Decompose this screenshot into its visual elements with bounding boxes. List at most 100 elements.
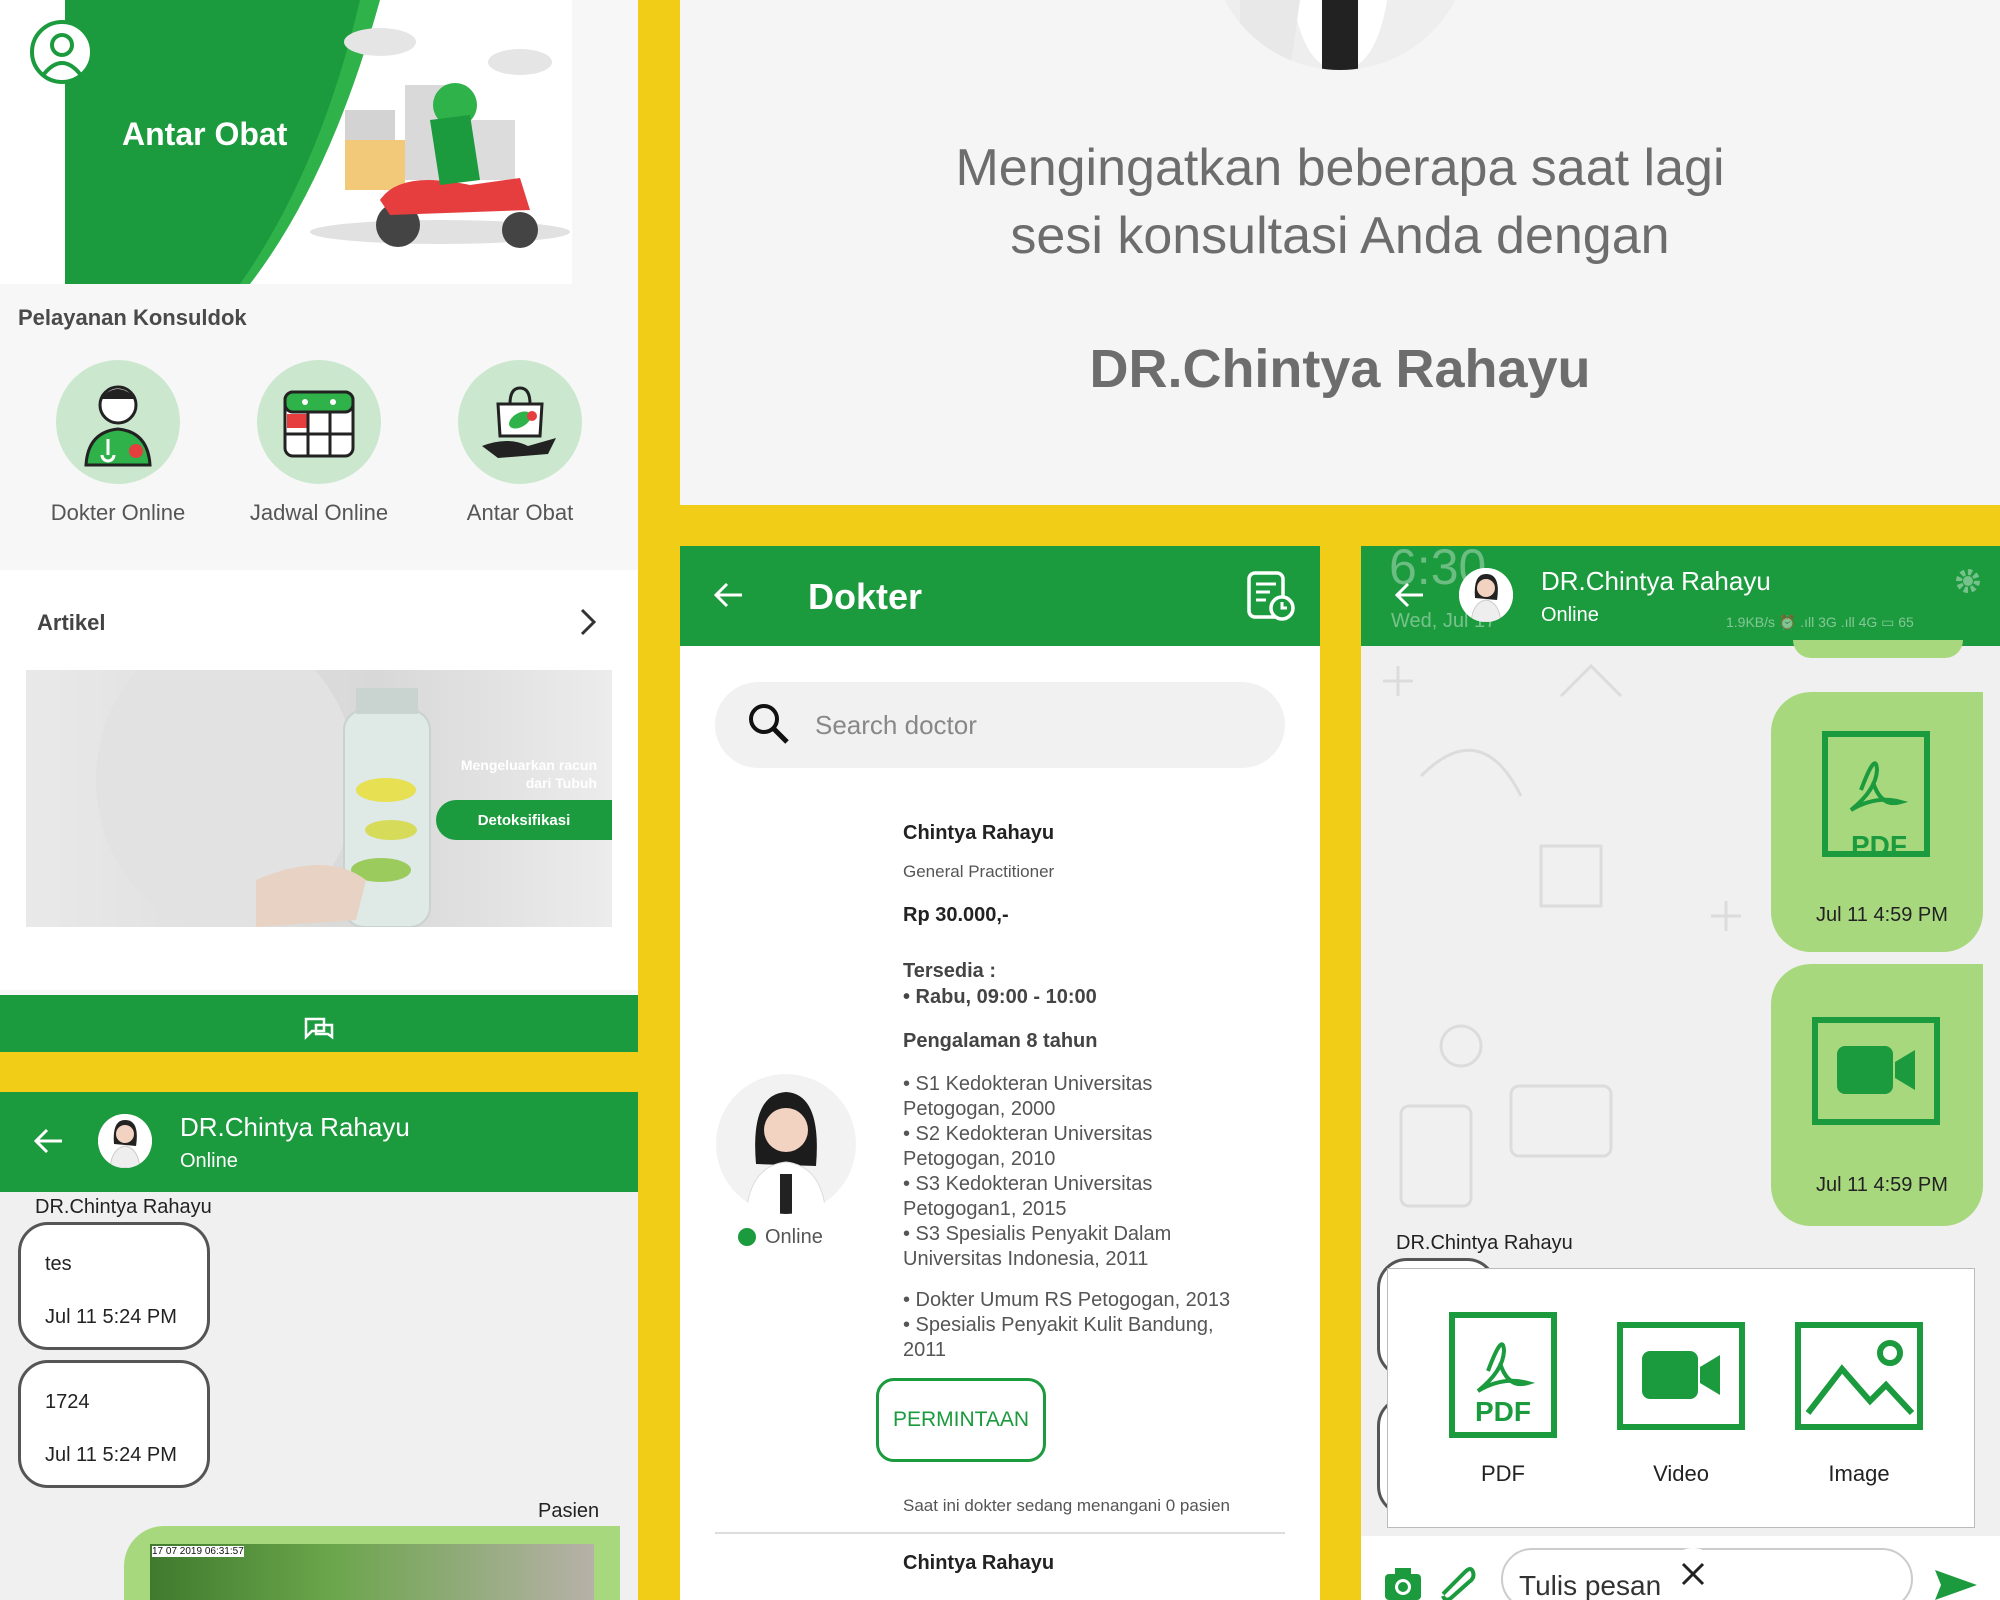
doctor-name: Chintya Rahayu	[903, 822, 1055, 844]
service-label: Dokter Online	[50, 500, 186, 525]
request-button[interactable]: PERMINTAAN	[876, 1378, 1046, 1462]
gear-icon[interactable]	[1951, 564, 1985, 603]
reminder-doctor: DR.Chintya Rahayu	[1089, 339, 1591, 399]
doctor-photo	[1210, 0, 1470, 70]
status-bar-info: 1.9KB/s ⏰ .ıll 3G .ıll 4G ▭ 65	[1726, 614, 1914, 630]
doctor-name: Chintya Rahayu	[903, 1552, 1055, 1574]
message-time: Jul 11 4:59 PM	[1816, 904, 1948, 926]
medicine-bag-icon	[482, 386, 556, 458]
bottom-bar	[0, 995, 638, 1052]
search-input[interactable]: Search doctor	[815, 710, 977, 741]
work-list: • Dokter Umum RS Petogogan, 2013 • Spesi…	[903, 1288, 1230, 1363]
services-title: Pelayanan Konsuldok	[18, 305, 247, 330]
education-item: Universitas Indonesia, 2011	[903, 1248, 1149, 1270]
image-icon	[1795, 1322, 1923, 1430]
profile-icon[interactable]	[30, 20, 94, 84]
doctor-icon	[84, 385, 152, 467]
experience: Pengalaman 8 tahun	[903, 1030, 1098, 1052]
message-text: tes	[45, 1253, 72, 1275]
online-label: Online	[765, 1226, 823, 1248]
doctor-specialty: General Practitioner	[903, 862, 1055, 881]
chat-panel-small: DR.Chintya Rahayu Online DR.Chintya Raha…	[0, 1092, 638, 1600]
attach-pdf[interactable]: PDF PDF	[1428, 1311, 1578, 1487]
doctor-price: Rp 30.000,-	[903, 904, 1009, 926]
doctor-name: DR.Chintya Rahayu	[1541, 566, 1771, 596]
detox-button[interactable]: Detoksifikasi	[436, 800, 612, 840]
chat-header: DR.Chintya Rahayu Online	[0, 1092, 638, 1192]
banner[interactable]: Antar Obat	[0, 0, 572, 284]
online-indicator	[738, 1228, 756, 1246]
service-dokter-online[interactable]: Dokter Online	[18, 360, 218, 526]
pdf-label: PDF	[1851, 830, 1907, 861]
send-icon[interactable]	[1933, 1568, 1979, 1600]
work-item: 2011	[903, 1339, 947, 1361]
chat-header: 6:30 Wed, Jul 17 1.9KB/s ⏰ .ıll 3G .ıll …	[1361, 546, 2000, 646]
service-label: Jadwal Online	[249, 500, 389, 525]
camera-icon[interactable]	[1383, 1566, 1423, 1600]
doctor-avatar[interactable]	[98, 1114, 152, 1168]
doctor-panel: Dokter Search doctor Chintya Rahayu Gene…	[680, 546, 1320, 1600]
doctor-name: DR.Chintya Rahayu	[180, 1112, 410, 1142]
photo-stamp: 17 07 2019 06:31:57	[152, 1546, 244, 1557]
education-list: • S1 Kedokteran Universitas Petogogan, 2…	[903, 1072, 1171, 1272]
patient-label: Pasien	[538, 1500, 600, 1522]
availability-schedule: • Rabu, 09:00 - 10:00	[903, 986, 1097, 1008]
search-bar[interactable]: Search doctor	[715, 682, 1285, 768]
status-text: Online	[1541, 604, 1599, 626]
message-bubble[interactable]: tes Jul 11 5:24 PM	[18, 1222, 210, 1350]
message-bubble[interactable]: 1724 Jul 11 5:24 PM	[18, 1360, 210, 1488]
doctor-header: Dokter	[680, 546, 1320, 646]
reminder-panel: Mengingatkan beberapa saat lagi sesi kon…	[680, 0, 2000, 505]
education-item: • S3 Kedokteran Universitas	[903, 1173, 1153, 1195]
chat-icon[interactable]	[302, 1015, 336, 1046]
attach-video[interactable]: Video	[1606, 1311, 1756, 1487]
svg-text:PDF: PDF	[1475, 1396, 1531, 1427]
pdf-message-bubble[interactable]: PDF Jul 11 4:59 PM	[1771, 692, 1983, 952]
back-arrow-icon[interactable]	[712, 580, 746, 615]
education-item: Petogogan, 2000	[903, 1098, 1056, 1120]
work-item: • Spesialis Penyakit Kulit Bandung,	[903, 1314, 1214, 1336]
availability-label: Tersedia :	[903, 960, 996, 982]
message-input-placeholder: Tulis pesan	[1519, 1570, 1662, 1600]
back-arrow-icon[interactable]	[1393, 580, 1427, 615]
video-icon	[1811, 1016, 1941, 1131]
video-icon	[1617, 1322, 1745, 1430]
article-image[interactable]: Mengeluarkan racun dari Tubuh Detoksifika…	[26, 670, 612, 927]
article-text: Mengeluarkan racun	[460, 757, 597, 773]
attach-image[interactable]: Image	[1784, 1311, 1934, 1487]
article-text: dari Tubuh	[525, 775, 597, 791]
attach-label: Video	[1653, 1461, 1709, 1486]
education-item: Petogogan1, 2015	[903, 1198, 1067, 1220]
message-input-bar: Tulis pesan	[1361, 1536, 2000, 1600]
education-item: • S2 Kedokteran Universitas	[903, 1123, 1153, 1145]
message-time: Jul 11 4:59 PM	[1816, 1174, 1948, 1196]
reminder-line2: sesi konsultasi Anda dengan	[1010, 207, 1670, 265]
page-title: Dokter	[808, 576, 923, 617]
service-antar-obat[interactable]: Antar Obat	[420, 360, 620, 526]
history-icon[interactable]	[1246, 570, 1296, 627]
back-arrow-icon[interactable]	[32, 1126, 66, 1161]
paperclip-icon[interactable]	[1437, 1562, 1477, 1600]
calendar-icon	[283, 390, 355, 458]
home-panel: Antar Obat Pelayanan Konsuldok Dokter On…	[0, 0, 638, 1052]
file-bubble-partial	[1793, 640, 1963, 658]
message-text: 1724	[45, 1391, 90, 1413]
work-item: • Dokter Umum RS Petogogan, 2013	[903, 1289, 1231, 1311]
doctor-avatar[interactable]	[1459, 568, 1513, 622]
search-icon	[747, 702, 791, 751]
attach-label: Image	[1828, 1461, 1890, 1486]
video-message-bubble[interactable]: Jul 11 4:59 PM	[1771, 964, 1983, 1226]
close-icon[interactable]	[1667, 1548, 1719, 1600]
attach-menu: PDF PDF Video Image	[1387, 1268, 1975, 1528]
image-message-bubble[interactable]: 17 07 2019 06:31:57	[124, 1526, 620, 1600]
service-label: Antar Obat	[466, 500, 574, 525]
message-time: Jul 11 5:24 PM	[45, 1306, 177, 1328]
article-title: Artikel	[37, 610, 106, 635]
chevron-right-icon[interactable]	[576, 606, 600, 643]
doctor-avatar[interactable]	[716, 1074, 856, 1214]
service-jadwal-online[interactable]: Jadwal Online	[219, 360, 419, 526]
message-time: Jul 11 5:24 PM	[45, 1444, 177, 1466]
divider	[715, 1532, 1285, 1534]
photo-thumbnail[interactable]: 17 07 2019 06:31:57	[150, 1544, 594, 1600]
education-item: • S1 Kedokteran Universitas	[903, 1073, 1153, 1095]
